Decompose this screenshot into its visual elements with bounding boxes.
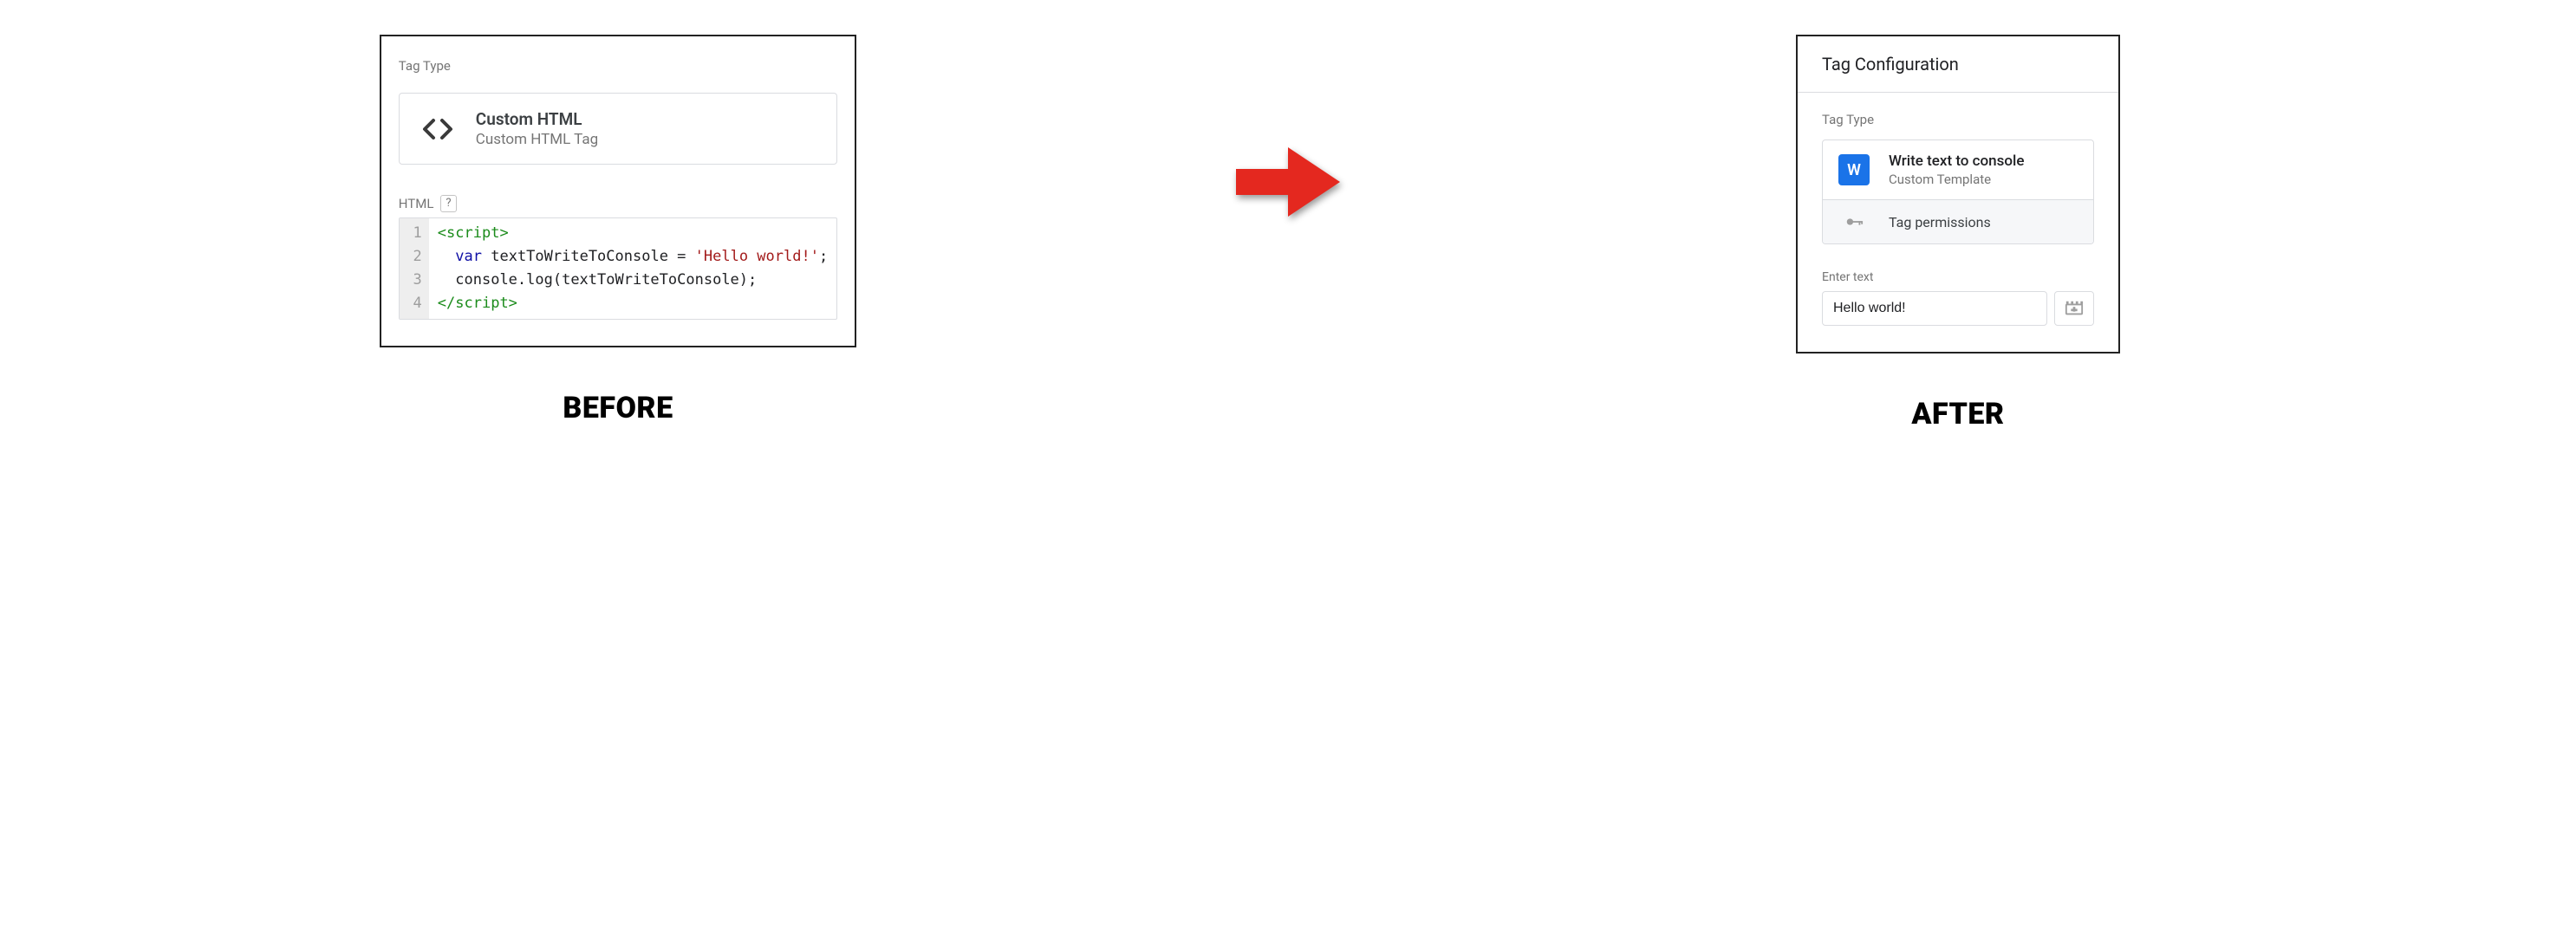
html-label-row: HTML ? (399, 195, 837, 212)
insert-variable-button[interactable] (2054, 291, 2094, 326)
after-column: Tag Configuration Tag Type W Write text … (1366, 35, 2550, 431)
before-column: Tag Type Custom HTML Custom HTML Tag HTM… (26, 35, 1210, 425)
tag-type-head[interactable]: W Write text to console Custom Template (1823, 140, 2093, 199)
tag-type-title: Custom HTML (476, 109, 598, 129)
help-icon[interactable]: ? (440, 195, 456, 212)
code-gutter: 1 2 3 4 (400, 218, 429, 319)
tag-permissions-label: Tag permissions (1889, 214, 1991, 230)
after-panel: Tag Configuration Tag Type W Write text … (1796, 35, 2120, 353)
enter-text-input[interactable] (1822, 291, 2047, 326)
code-content[interactable]: <script> var textToWriteToConsole = 'Hel… (429, 218, 836, 319)
tag-type-sub-after: Custom Template (1889, 172, 2024, 187)
before-caption: BEFORE (563, 391, 673, 425)
tag-type-card[interactable]: Custom HTML Custom HTML Tag (399, 93, 837, 165)
tag-type-sub: Custom HTML Tag (476, 131, 598, 148)
tag-configuration-header: Tag Configuration (1798, 36, 2118, 93)
key-icon (1838, 212, 1870, 231)
after-caption: AFTER (1911, 397, 2004, 431)
tag-type-label: Tag Type (399, 58, 837, 74)
enter-text-label: Enter text (1822, 270, 2094, 284)
tag-type-card-after: W Write text to console Custom Template … (1822, 139, 2094, 244)
tag-type-label-after: Tag Type (1822, 112, 2094, 127)
html-label: HTML (399, 196, 434, 211)
template-w-icon: W (1838, 154, 1870, 185)
code-angle-icon (419, 110, 457, 148)
tag-permissions-row[interactable]: Tag permissions (1823, 199, 2093, 243)
before-panel: Tag Type Custom HTML Custom HTML Tag HTM… (380, 35, 856, 347)
arrow-icon (1236, 35, 1340, 225)
html-code-editor[interactable]: 1 2 3 4 <script> var textToWriteToConsol… (399, 217, 837, 320)
tag-type-title-after: Write text to console (1889, 152, 2024, 170)
